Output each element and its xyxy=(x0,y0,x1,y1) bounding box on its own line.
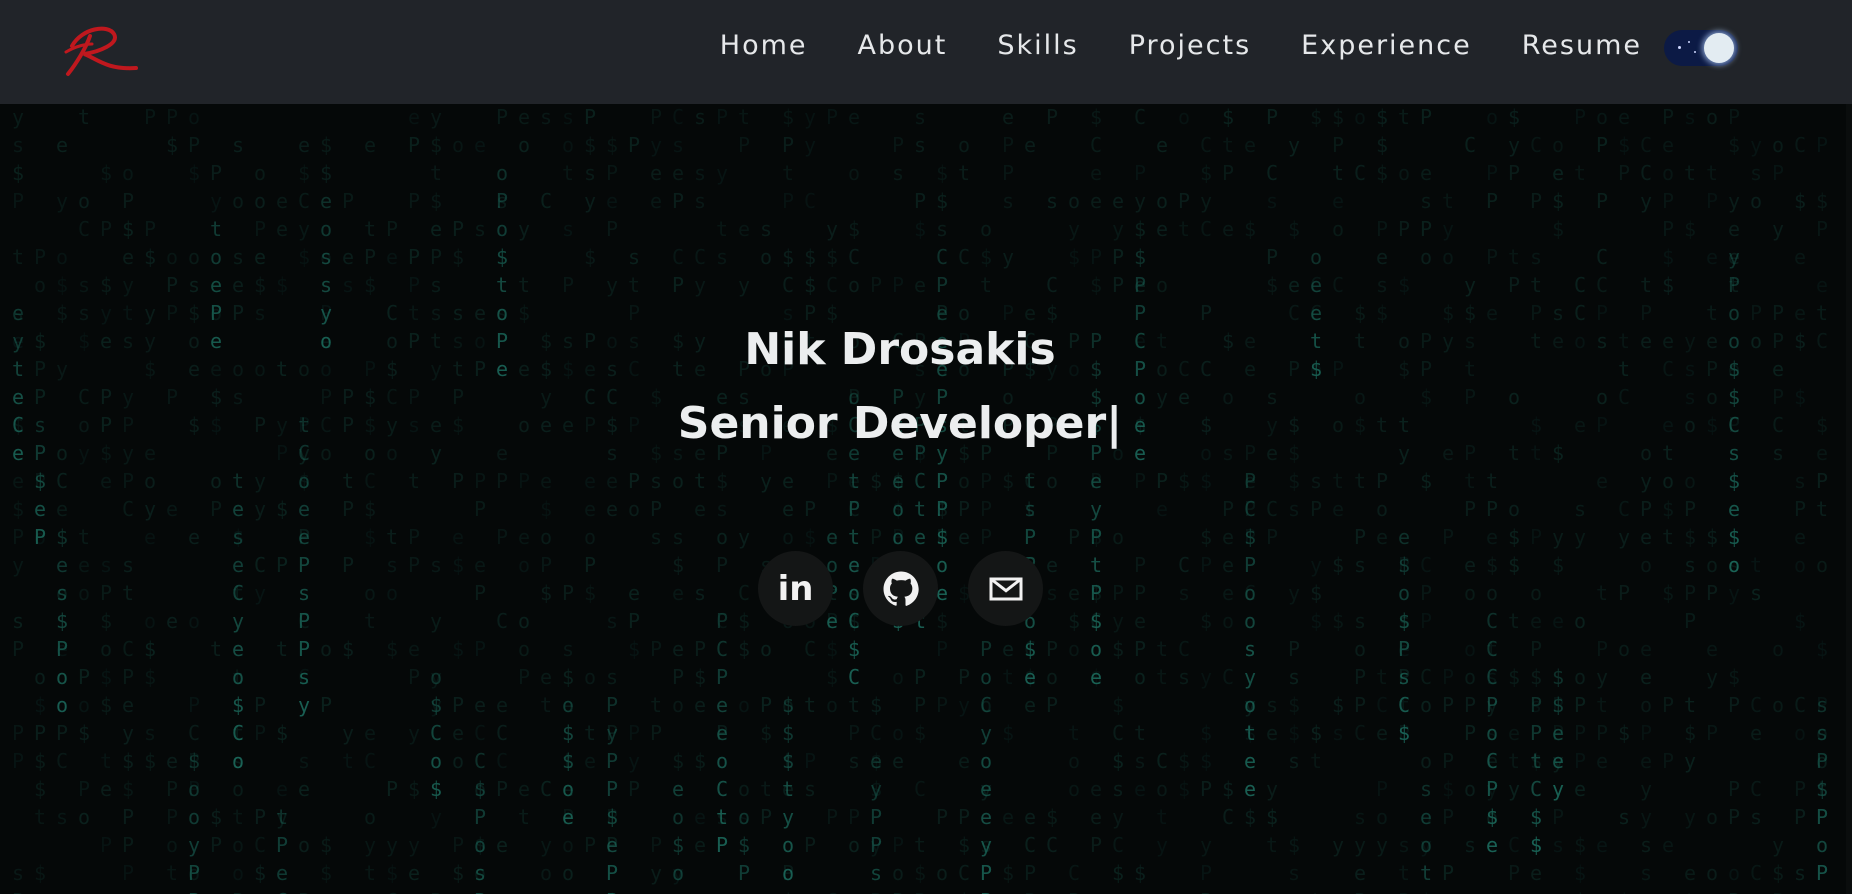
moon-icon xyxy=(1704,33,1734,63)
social-links: in xyxy=(758,551,1043,626)
github-icon xyxy=(883,571,919,606)
nav-projects[interactable]: Projects xyxy=(1129,26,1251,66)
nav-links: Home About Skills Projects Experience Re… xyxy=(670,26,1642,66)
star-icon xyxy=(1688,41,1690,43)
email-button[interactable] xyxy=(968,551,1043,626)
nav-about[interactable]: About xyxy=(858,26,948,66)
star-icon xyxy=(1694,51,1696,53)
star-icon xyxy=(1678,46,1681,49)
nav-skills[interactable]: Skills xyxy=(997,26,1078,66)
hero-title-text: Senior Developer xyxy=(677,398,1107,449)
typing-cursor: | xyxy=(1106,398,1123,449)
hero-title: Senior Developer| xyxy=(0,398,1800,449)
linkedin-icon: in xyxy=(777,568,814,609)
logo-icon xyxy=(64,26,138,76)
nav-experience[interactable]: Experience xyxy=(1301,26,1472,66)
linkedin-button[interactable]: in xyxy=(758,551,833,626)
mail-icon xyxy=(989,577,1022,600)
nav-home[interactable]: Home xyxy=(720,26,808,66)
logo[interactable] xyxy=(62,22,142,82)
theme-toggle[interactable] xyxy=(1664,30,1738,66)
github-button[interactable] xyxy=(863,551,938,626)
hero-section: Nik Drosakis Senior Developer| in xyxy=(0,104,1852,894)
nav-resume[interactable]: Resume xyxy=(1522,26,1642,66)
navbar: Home About Skills Projects Experience Re… xyxy=(0,0,1852,104)
hero-name: Nik Drosakis xyxy=(744,324,1056,375)
